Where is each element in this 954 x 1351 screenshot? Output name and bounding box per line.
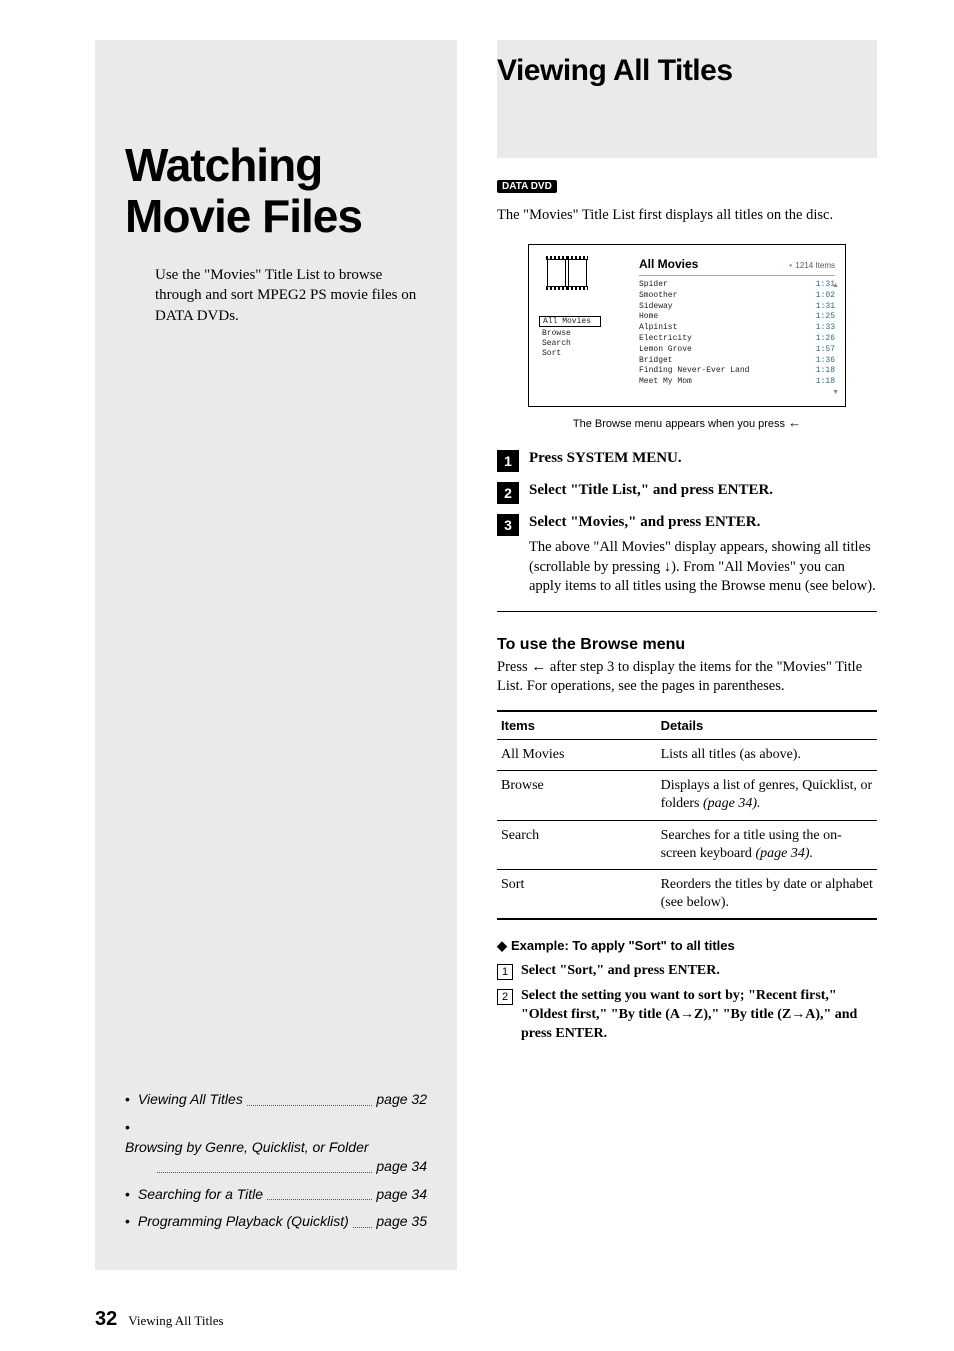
screenshot-caption: The Browse menu appears when you press ← (497, 415, 877, 430)
table-row: All MoviesLists all titles (as above). (497, 740, 877, 771)
chapter-title: Watching Movie Files (125, 140, 427, 241)
toc-item: Programming Playback (Quicklist)page 35 (125, 1212, 427, 1232)
th-items: Items (497, 711, 657, 740)
table-row: SearchSearches for a title using the on-… (497, 820, 877, 869)
section-title: Viewing All Titles (497, 54, 877, 88)
scroll-down-icon: ▼ (832, 388, 839, 396)
step-title: Select "Movies," and press ENTER. (529, 514, 760, 531)
film-icon (547, 259, 587, 287)
step-body: The above "All Movies" display appears, … (529, 538, 877, 597)
main-title-bg: Viewing All Titles (497, 40, 877, 158)
example-step: 1 Select "Sort," and press ENTER. (497, 962, 877, 981)
page-number: 32 (95, 1308, 117, 1330)
step: 1 Press SYSTEM MENU. (497, 450, 877, 472)
toc-item: Browsing by Genre, Quicklist, or Folder … (125, 1118, 427, 1177)
toc-item: Viewing All Titlespage 32 (125, 1090, 427, 1110)
step-number: 3 (497, 514, 519, 536)
scroll-up-icon: ▲ (832, 281, 839, 289)
browse-heading: To use the Browse menu (497, 636, 877, 654)
page-footer: 32 Viewing All Titles (95, 1308, 224, 1331)
table-row: BrowseDisplays a list of genres, Quickli… (497, 771, 877, 820)
main-column: Viewing All Titles DATA DVD The "Movies"… (497, 40, 877, 1050)
ex-step-number: 2 (497, 989, 513, 1005)
ui-count: 1214 Items (789, 261, 835, 270)
chapter-intro: Use the "Movies" Title List to browse th… (125, 265, 427, 326)
data-dvd-badge: DATA DVD (497, 180, 557, 193)
example-step: 2 Select the setting you want to sort by… (497, 987, 877, 1044)
step-number: 1 (497, 450, 519, 472)
sidebar: Watching Movie Files Use the "Movies" Ti… (95, 40, 457, 1270)
step: 2 Select "Title List," and press ENTER. (497, 482, 877, 504)
ui-heading: All Movies (639, 257, 698, 271)
example-heading: Example: To apply "Sort" to all titles (497, 938, 877, 954)
table-row: SortReorders the titles by date or alpha… (497, 869, 877, 919)
step-number: 2 (497, 482, 519, 504)
th-details: Details (657, 711, 877, 740)
browse-text: Press ← after step 3 to display the item… (497, 658, 877, 696)
toc-item: Searching for a Titlepage 34 (125, 1185, 427, 1205)
step-title: Press SYSTEM MENU. (529, 450, 682, 467)
step-title: Select "Title List," and press ENTER. (529, 482, 773, 499)
items-table: Items Details All MoviesLists all titles… (497, 710, 877, 920)
footer-section: Viewing All Titles (128, 1313, 223, 1328)
step: 3 Select "Movies," and press ENTER. The … (497, 514, 877, 597)
lead-text: The "Movies" Title List first displays a… (497, 207, 877, 224)
ex-step-body: Select "Sort," and press ENTER. (521, 962, 720, 981)
ui-nav: All Movies Browse Search Sort (539, 315, 619, 358)
arrow-left-icon: ← (788, 415, 801, 430)
ex-step-number: 1 (497, 964, 513, 980)
toc-list: Viewing All Titlespage 32 Browsing by Ge… (125, 1082, 427, 1240)
arrow-left-icon: ← (531, 659, 546, 675)
steps-list: 1 Press SYSTEM MENU. 2 Select "Title Lis… (497, 450, 877, 597)
ui-screenshot: All Movies Browse Search Sort All Movies… (528, 244, 846, 407)
ex-step-body: Select the setting you want to sort by; … (521, 987, 877, 1044)
